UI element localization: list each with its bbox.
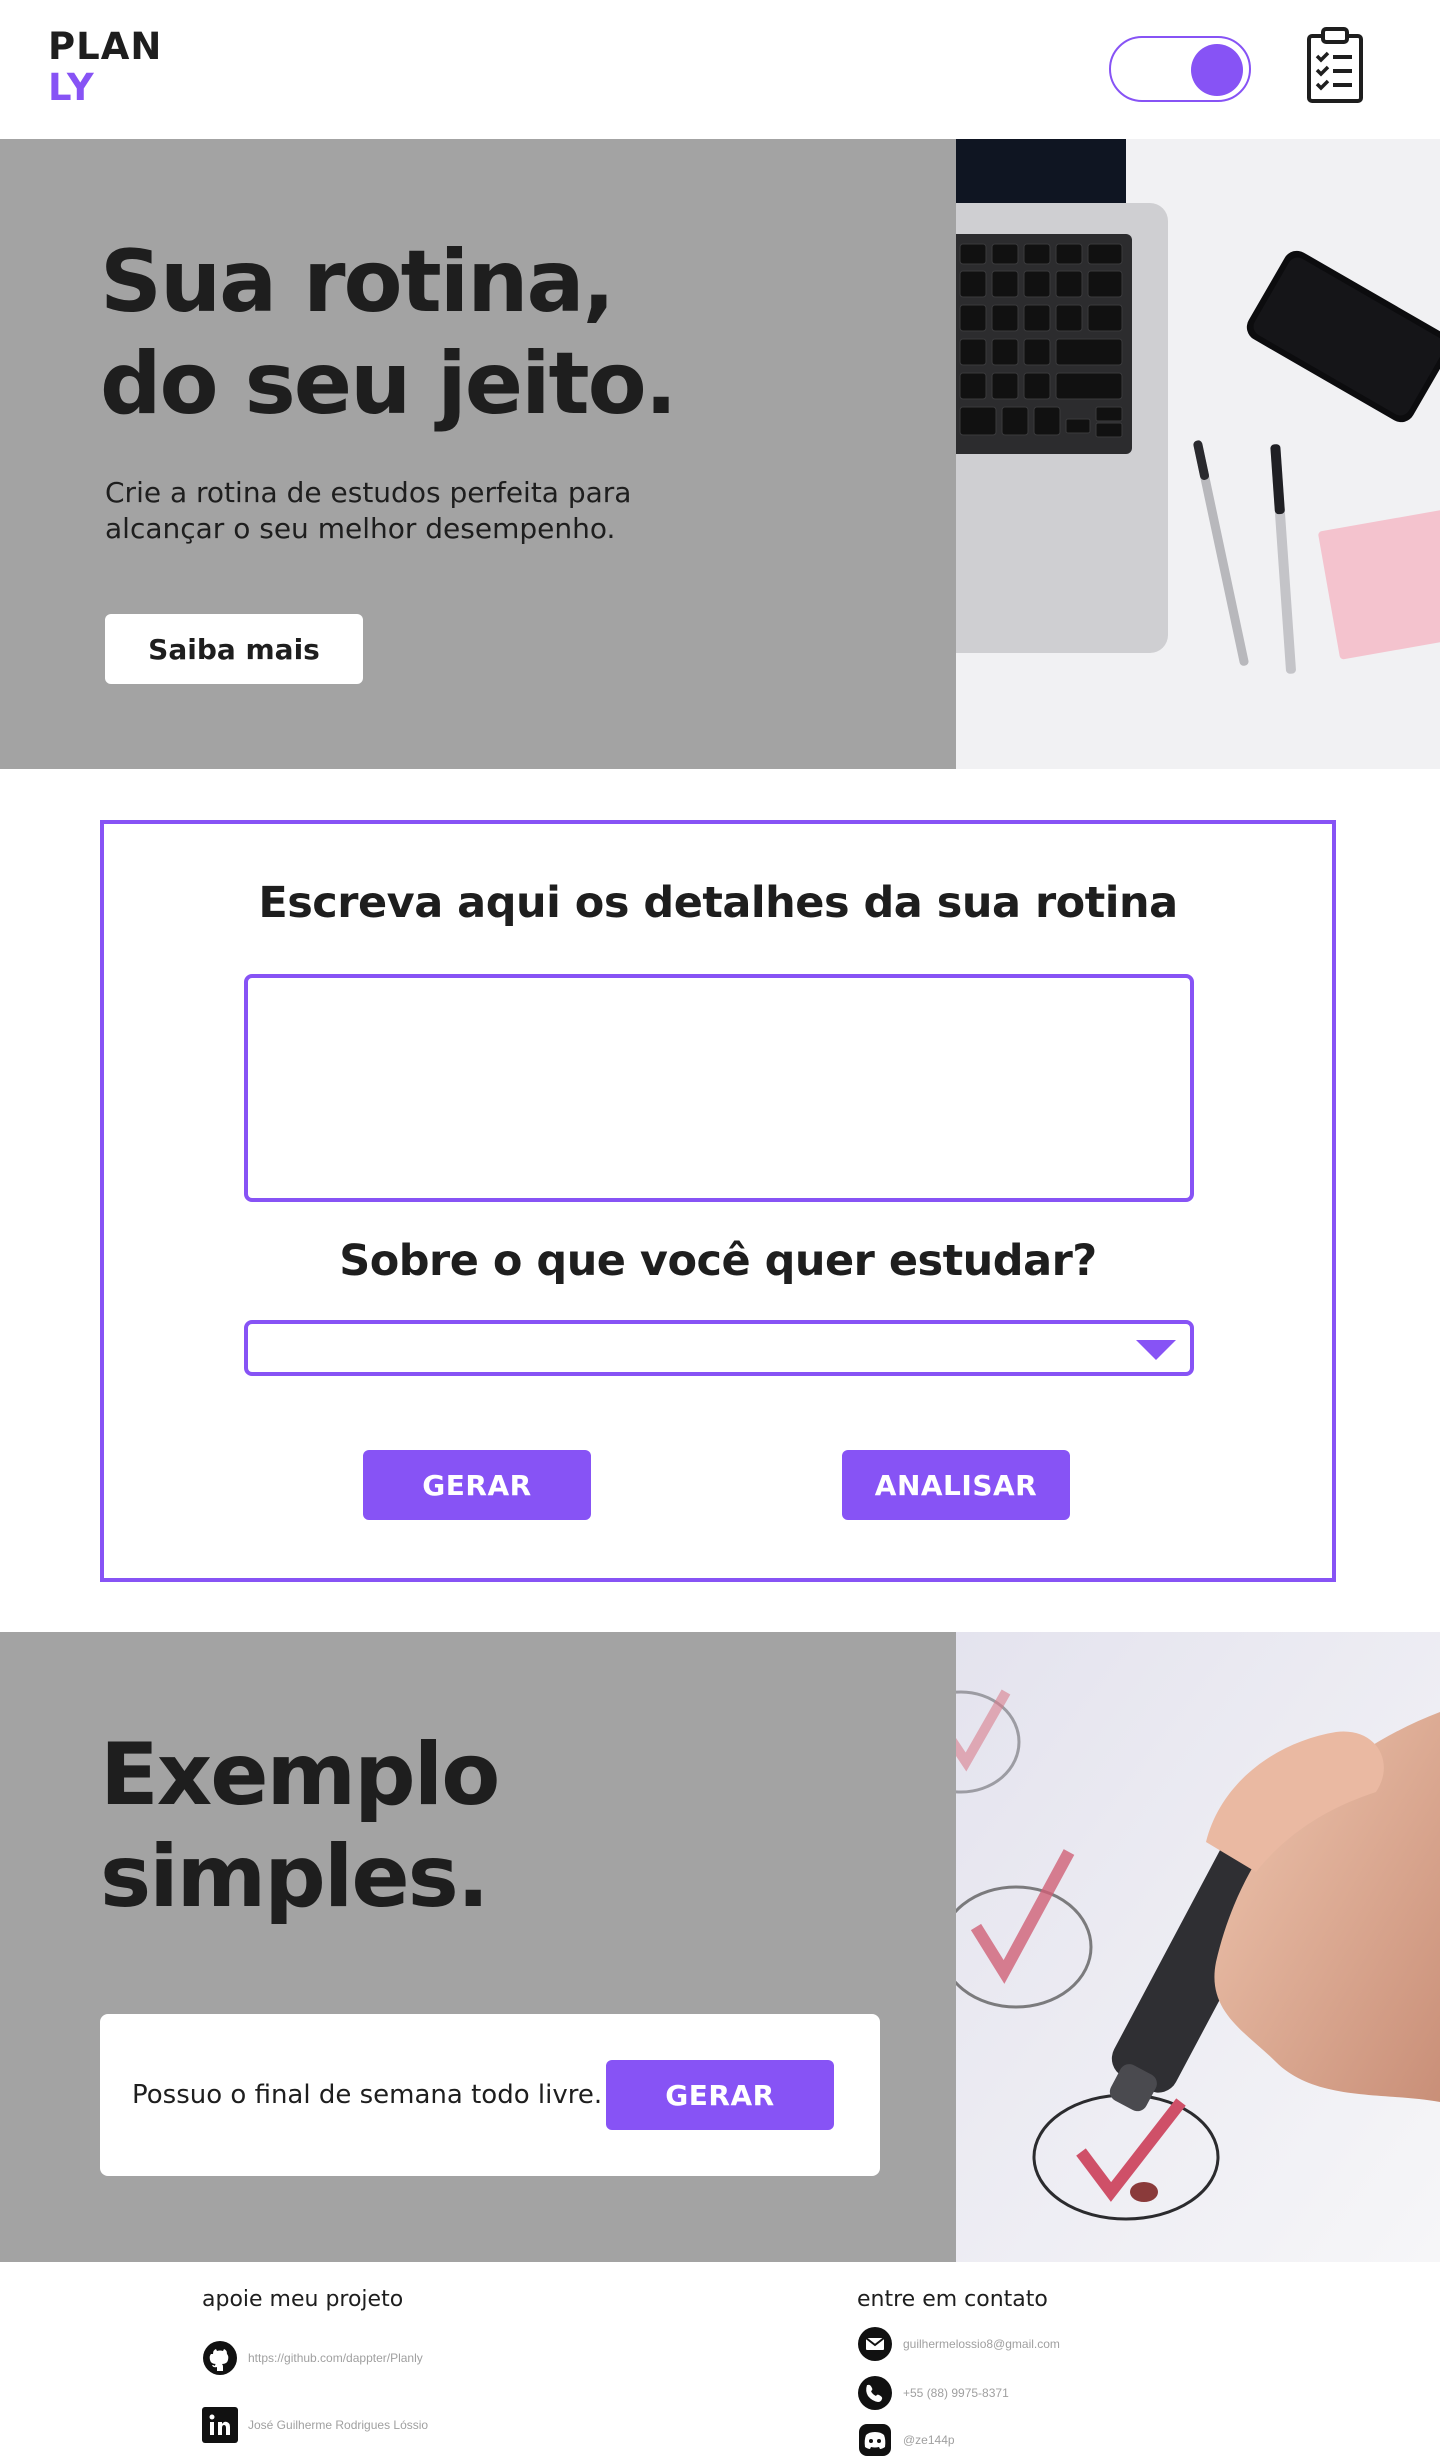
- routine-form: Escreva aqui os detalhes da sua rotina S…: [100, 820, 1336, 1582]
- phone-icon: [858, 2376, 892, 2410]
- github-icon: [203, 2341, 237, 2375]
- email-link[interactable]: guilhermelossio8@gmail.com: [857, 2326, 1060, 2362]
- analisar-button[interactable]: ANALISAR: [842, 1450, 1070, 1520]
- toggle-knob: [1191, 44, 1243, 96]
- example-gerar-button[interactable]: GERAR: [606, 2060, 834, 2130]
- phone-link[interactable]: +55 (88) 9975-8371: [857, 2375, 1009, 2411]
- laptop-desk-photo: [956, 139, 1440, 769]
- contact-title: entre em contato: [857, 2287, 1048, 2312]
- example-section: Exemplo simples. Possuo o final de seman…: [0, 1632, 1440, 2262]
- hero-title: Sua rotina, do seu jeito.: [100, 231, 920, 435]
- gerar-button[interactable]: GERAR: [363, 1450, 591, 1520]
- routine-details-textarea[interactable]: [244, 974, 1194, 1202]
- footer: apoie meu projeto https://github.com/dap…: [0, 2262, 1440, 2464]
- phone-text: +55 (88) 9975-8371: [903, 2386, 1009, 2400]
- hero-subtitle-line1: Crie a rotina de estudos perfeita para: [105, 476, 632, 509]
- logo[interactable]: PLAN LY: [48, 26, 162, 108]
- details-heading: Escreva aqui os detalhes da sua rotina: [258, 878, 1178, 928]
- support-title: apoie meu projeto: [202, 2287, 404, 2312]
- clipboard-checklist-icon[interactable]: [1306, 26, 1364, 104]
- github-link[interactable]: https://github.com/dappter/Planly: [202, 2340, 423, 2376]
- discord-icon: [859, 2424, 891, 2456]
- email-text: guilhermelossio8@gmail.com: [903, 2337, 1060, 2351]
- example-title-line1: Exemplo: [100, 1725, 500, 1825]
- hero-title-line1: Sua rotina,: [100, 232, 615, 332]
- discord-link[interactable]: @ze144p: [857, 2422, 955, 2458]
- github-text: https://github.com/dappter/Planly: [248, 2351, 423, 2365]
- subject-select[interactable]: [244, 1320, 1194, 1376]
- logo-line1: PLAN: [48, 25, 163, 68]
- example-title-line2: simples.: [100, 1827, 490, 1927]
- hero-section: Sua rotina, do seu jeito. Crie a rotina …: [0, 139, 1440, 769]
- theme-toggle[interactable]: [1109, 36, 1251, 102]
- header: PLAN LY: [0, 0, 1440, 139]
- example-title: Exemplo simples.: [100, 1724, 800, 1928]
- discord-text: @ze144p: [903, 2433, 955, 2447]
- example-text: Possuo o final de semana todo livre.: [132, 2080, 603, 2110]
- checklist-hand-photo: [956, 1632, 1440, 2262]
- hero-title-line2: do seu jeito.: [100, 334, 677, 434]
- saiba-mais-button[interactable]: Saiba mais: [105, 614, 363, 684]
- chevron-down-icon: [1136, 1340, 1176, 1360]
- linkedin-text: José Guilherme Rodrigues Lóssio: [248, 2418, 429, 2432]
- hero-subtitle: Crie a rotina de estudos perfeita para a…: [105, 475, 705, 547]
- example-card: Possuo o final de semana todo livre. GER…: [100, 2014, 880, 2176]
- linkedin-link[interactable]: José Guilherme Rodrigues Lóssio: [202, 2407, 428, 2443]
- email-icon: [858, 2327, 892, 2361]
- subject-heading: Sobre o que você quer estudar?: [339, 1236, 1097, 1286]
- logo-line2: LY: [48, 66, 95, 109]
- hero-subtitle-line2: alcançar o seu melhor desempenho.: [105, 512, 616, 545]
- linkedin-icon: [202, 2407, 238, 2443]
